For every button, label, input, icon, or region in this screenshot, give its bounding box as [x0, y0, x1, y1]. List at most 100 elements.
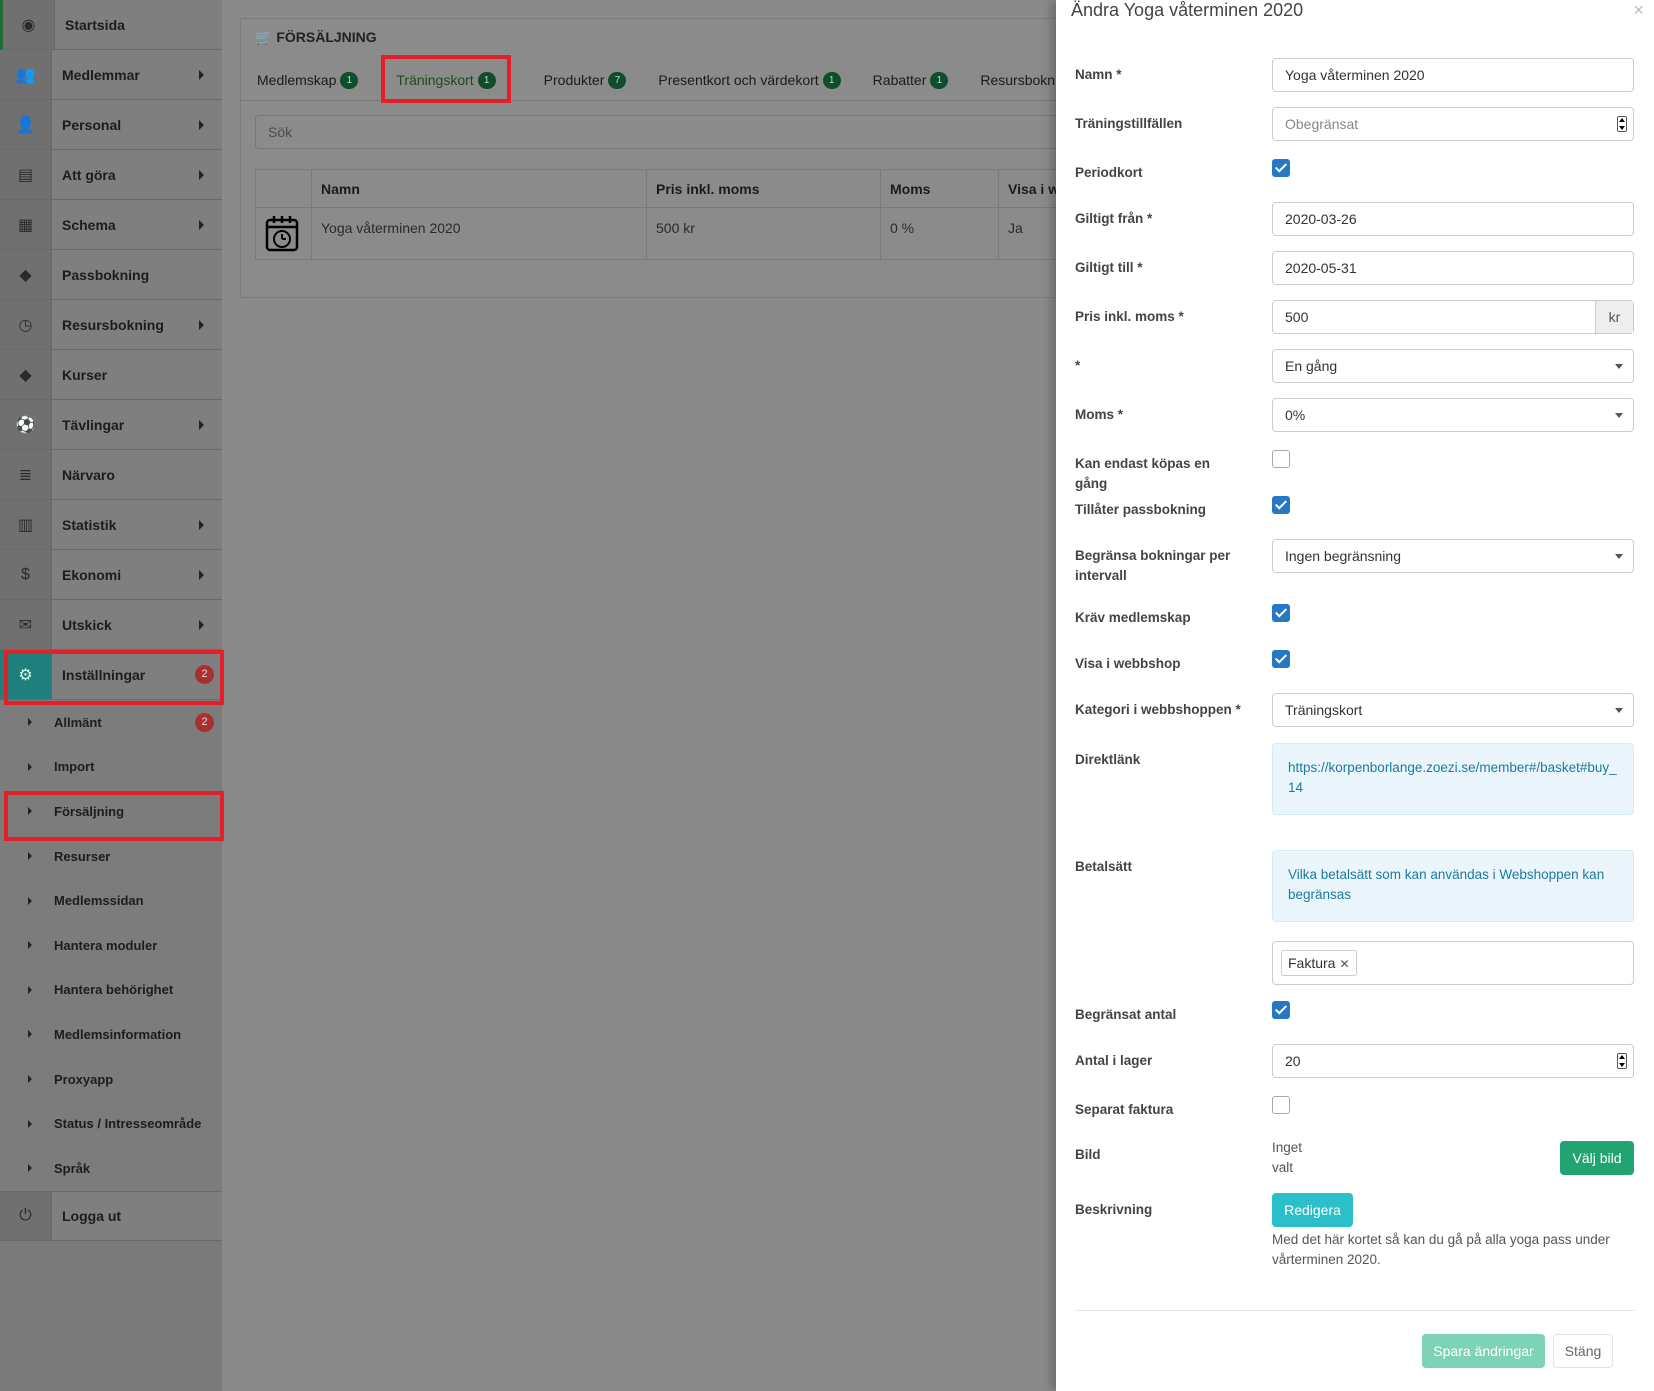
- footer-divider: [1075, 1310, 1635, 1311]
- allow-booking-checkbox[interactable]: [1272, 496, 1290, 514]
- save-changes-button[interactable]: Spara ändringar: [1422, 1334, 1545, 1368]
- image-status: Inget valt: [1272, 1140, 1303, 1175]
- require-membership-checkbox[interactable]: [1272, 604, 1290, 622]
- direct-link[interactable]: https://korpenborlange.zoezi.se/member#/…: [1272, 743, 1634, 815]
- edit-description-button[interactable]: Redigera: [1272, 1193, 1353, 1227]
- nav-label: Passbokning: [62, 266, 150, 283]
- caret-right-icon: [28, 1119, 32, 1128]
- vat-select[interactable]: 0%: [1272, 398, 1634, 432]
- nav-kurser[interactable]: ◆ Kurser: [0, 350, 222, 400]
- count-badge: 1: [340, 71, 359, 89]
- nav-logga-ut[interactable]: ⏻ Logga ut: [0, 1190, 222, 1241]
- tab-label: Presentkort och värdekort: [658, 72, 819, 88]
- spinner-icon[interactable]: [1617, 1053, 1627, 1069]
- sub-import[interactable]: Import: [0, 744, 222, 790]
- caret-right-icon: [199, 619, 204, 630]
- sub-medlemssidan[interactable]: Medlemssidan: [0, 878, 222, 923]
- sub-label: Import: [54, 759, 95, 775]
- table-header[interactable]: Moms: [880, 169, 999, 208]
- sub-medlemsinformation[interactable]: Medlemsinformation: [0, 1012, 222, 1057]
- field-label: Giltigt till *: [1075, 260, 1143, 275]
- bar-chart-icon: ▥: [0, 500, 52, 549]
- caret-right-icon: [28, 718, 32, 727]
- nav-tavlingar[interactable]: ⚽ Tävlingar: [0, 400, 222, 450]
- sessions-placeholder: Obegränsat: [1285, 116, 1359, 132]
- valid-to-input[interactable]: 2020-05-31: [1272, 251, 1634, 285]
- limited-quantity-checkbox[interactable]: [1272, 1001, 1290, 1019]
- tab-rabatter[interactable]: Rabatter 1: [857, 59, 965, 101]
- caret-right-icon: [199, 69, 204, 80]
- close-icon[interactable]: ×: [1633, 0, 1644, 21]
- nav-label: Statistik: [62, 516, 117, 533]
- tab-produkter[interactable]: Produkter 7: [528, 59, 643, 101]
- nav-startsida[interactable]: ◉ Startsida: [0, 0, 222, 50]
- nav-utskick[interactable]: ✉ Utskick: [0, 600, 222, 650]
- nav-passbokning[interactable]: ◆ Passbokning: [0, 250, 222, 300]
- sub-status[interactable]: Status / Intresseområde: [0, 1101, 222, 1146]
- lines-icon: ≣: [0, 450, 52, 499]
- cart-icon: 🛒: [255, 29, 273, 45]
- nav-medlemmar[interactable]: 👥 Medlemmar: [0, 50, 222, 100]
- webshop-category-select[interactable]: Träningskort: [1272, 693, 1634, 727]
- payment-info-alert: Vilka betalsätt som kan användas i Websh…: [1272, 850, 1634, 922]
- field-label: Tillåter passbokning: [1075, 502, 1207, 517]
- nav-label: Schema: [62, 216, 116, 233]
- select-value: Ingen begränsning: [1285, 548, 1401, 564]
- nav-statistik[interactable]: ▥ Statistik: [0, 500, 222, 550]
- caret-right-icon: [28, 762, 32, 771]
- choose-image-button[interactable]: Välj bild: [1560, 1141, 1634, 1175]
- nav-label: Ekonomi: [62, 566, 122, 583]
- nav-resursbokning[interactable]: ◷ Resursbokning: [0, 300, 222, 350]
- price-input[interactable]: 500 kr: [1272, 300, 1634, 334]
- dollar-icon: $: [0, 550, 52, 599]
- nav-label: Kurser: [62, 366, 108, 383]
- field-label: *: [1075, 358, 1081, 373]
- sub-proxyapp[interactable]: Proxyapp: [0, 1056, 222, 1102]
- remove-tag-icon[interactable]: ✕: [1339, 957, 1349, 971]
- name-input[interactable]: Yoga våterminen 2020: [1272, 58, 1634, 92]
- caret-right-icon: [28, 1075, 32, 1084]
- sub-allmant[interactable]: Allmänt 2: [0, 700, 222, 745]
- nav-ekonomi[interactable]: $ Ekonomi: [0, 550, 222, 600]
- close-button[interactable]: Stäng: [1553, 1334, 1613, 1368]
- show-in-webshop-checkbox[interactable]: [1272, 650, 1290, 668]
- sub-label: Hantera moduler: [54, 937, 158, 953]
- buy-once-checkbox[interactable]: [1272, 450, 1290, 468]
- payment-frequency-select[interactable]: En gång: [1272, 349, 1634, 383]
- nav-label: Utskick: [62, 616, 112, 633]
- sub-hantera-behorighet[interactable]: Hantera behörighet: [0, 967, 222, 1013]
- chevron-down-icon: [1615, 364, 1623, 369]
- nav-schema[interactable]: ▦ Schema: [0, 200, 222, 250]
- field-label: Antal i lager: [1075, 1053, 1153, 1068]
- valid-from-input[interactable]: 2020-03-26: [1272, 202, 1634, 236]
- product-icon-cell: [255, 207, 312, 260]
- nav-att-gora[interactable]: ▤ Att göra: [0, 150, 222, 200]
- booking-limit-select[interactable]: Ingen begränsning: [1272, 539, 1634, 573]
- table-header[interactable]: Pris inkl. moms: [646, 169, 881, 208]
- tab-medlemskap[interactable]: Medlemskap 1: [241, 59, 374, 101]
- tab-label: Medlemskap: [257, 72, 337, 88]
- period-card-checkbox[interactable]: [1272, 159, 1290, 177]
- stock-value: 20: [1285, 1053, 1301, 1069]
- table-header[interactable]: Namn: [311, 169, 647, 208]
- calendar-clock-icon: [265, 216, 299, 252]
- notification-badge: 2: [195, 712, 214, 732]
- caret-right-icon: [199, 519, 204, 530]
- sub-hantera-moduler[interactable]: Hantera moduler: [0, 922, 222, 968]
- nav-narvaro[interactable]: ≣ Närvaro: [0, 450, 222, 500]
- tab-presentkort[interactable]: Presentkort och värdekort 1: [642, 59, 856, 101]
- nav-personal[interactable]: 👤 Personal: [0, 100, 222, 150]
- payment-methods-input[interactable]: Faktura ✕: [1272, 941, 1634, 985]
- spinner-icon[interactable]: [1617, 116, 1627, 132]
- edit-modal: Ändra Yoga våterminen 2020 × Namn * Yoga…: [1056, 0, 1654, 1391]
- field-label: Kräv medlemskap: [1075, 610, 1191, 625]
- envelope-icon: ✉: [0, 600, 52, 649]
- caret-right-icon: [28, 941, 32, 950]
- price-value: 500: [1285, 309, 1309, 325]
- sessions-input[interactable]: Obegränsat: [1272, 107, 1634, 141]
- caret-right-icon: [28, 1030, 32, 1039]
- sub-sprak[interactable]: Språk: [0, 1145, 222, 1191]
- separate-invoice-checkbox[interactable]: [1272, 1096, 1290, 1114]
- caret-right-icon: [199, 419, 204, 430]
- stock-input[interactable]: 20: [1272, 1044, 1634, 1078]
